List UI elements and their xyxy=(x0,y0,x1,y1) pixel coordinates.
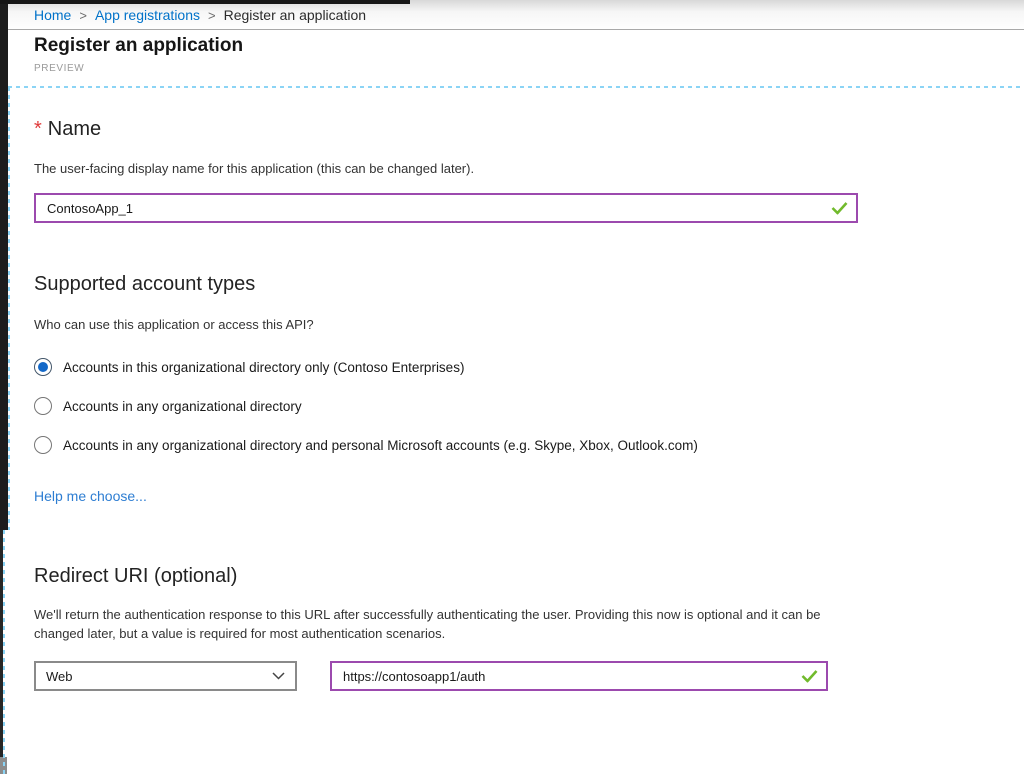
radio-button-icon xyxy=(34,397,52,415)
focus-outline-left xyxy=(8,87,10,530)
chevron-down-icon xyxy=(272,672,285,680)
left-edge-strip xyxy=(0,0,8,530)
help-me-choose-link[interactable]: Help me choose... xyxy=(34,488,147,504)
breadcrumb-app-registrations[interactable]: App registrations xyxy=(95,7,200,23)
breadcrumb-separator: > xyxy=(79,8,87,23)
name-input-wrap xyxy=(34,193,858,223)
radio-option-label: Accounts in any organizational directory xyxy=(63,399,302,414)
redirect-uri-heading: Redirect URI (optional) xyxy=(34,565,237,588)
radio-option-2[interactable]: Accounts in any organizational directory… xyxy=(34,436,698,454)
breadcrumb-current: Register an application xyxy=(224,7,366,23)
breadcrumb-home[interactable]: Home xyxy=(34,7,71,23)
redirect-uri-description: We'll return the authentication response… xyxy=(34,605,840,643)
redirect-uri-input[interactable] xyxy=(332,663,826,689)
radio-button-icon xyxy=(34,436,52,454)
radio-option-0[interactable]: Accounts in this organizational director… xyxy=(34,358,464,376)
app-name-input[interactable] xyxy=(36,195,856,221)
name-description: The user-facing display name for this ap… xyxy=(34,159,474,178)
redirect-type-value: Web xyxy=(46,669,73,684)
top-edge-bar xyxy=(0,0,410,4)
checkmark-icon xyxy=(801,670,818,683)
breadcrumb-separator: > xyxy=(208,8,216,23)
radio-option-1[interactable]: Accounts in any organizational directory xyxy=(34,397,302,415)
page-title: Register an application xyxy=(34,35,243,57)
account-types-heading: Supported account types xyxy=(34,273,255,296)
redirect-uri-input-wrap xyxy=(330,661,828,691)
breadcrumb-bar: Home > App registrations > Register an appli… xyxy=(0,0,1024,30)
radio-button-icon xyxy=(34,358,52,376)
radio-option-label: Accounts in any organizational directory… xyxy=(63,438,698,453)
blade-header: Register an application PREVIEW xyxy=(8,31,1024,86)
redirect-type-select[interactable]: Web xyxy=(34,661,297,691)
radio-option-label: Accounts in this organizational director… xyxy=(63,360,464,375)
focus-outline-top xyxy=(8,86,1024,88)
checkmark-icon xyxy=(831,202,848,215)
name-section-heading: * Name xyxy=(34,118,101,141)
required-asterisk: * xyxy=(34,118,42,140)
focus-outline-left xyxy=(3,530,5,774)
preview-badge: PREVIEW xyxy=(34,63,84,74)
account-types-description: Who can use this application or access t… xyxy=(34,315,314,334)
breadcrumb: Home > App registrations > Register an appli… xyxy=(34,7,366,23)
name-heading-label: Name xyxy=(48,118,101,140)
